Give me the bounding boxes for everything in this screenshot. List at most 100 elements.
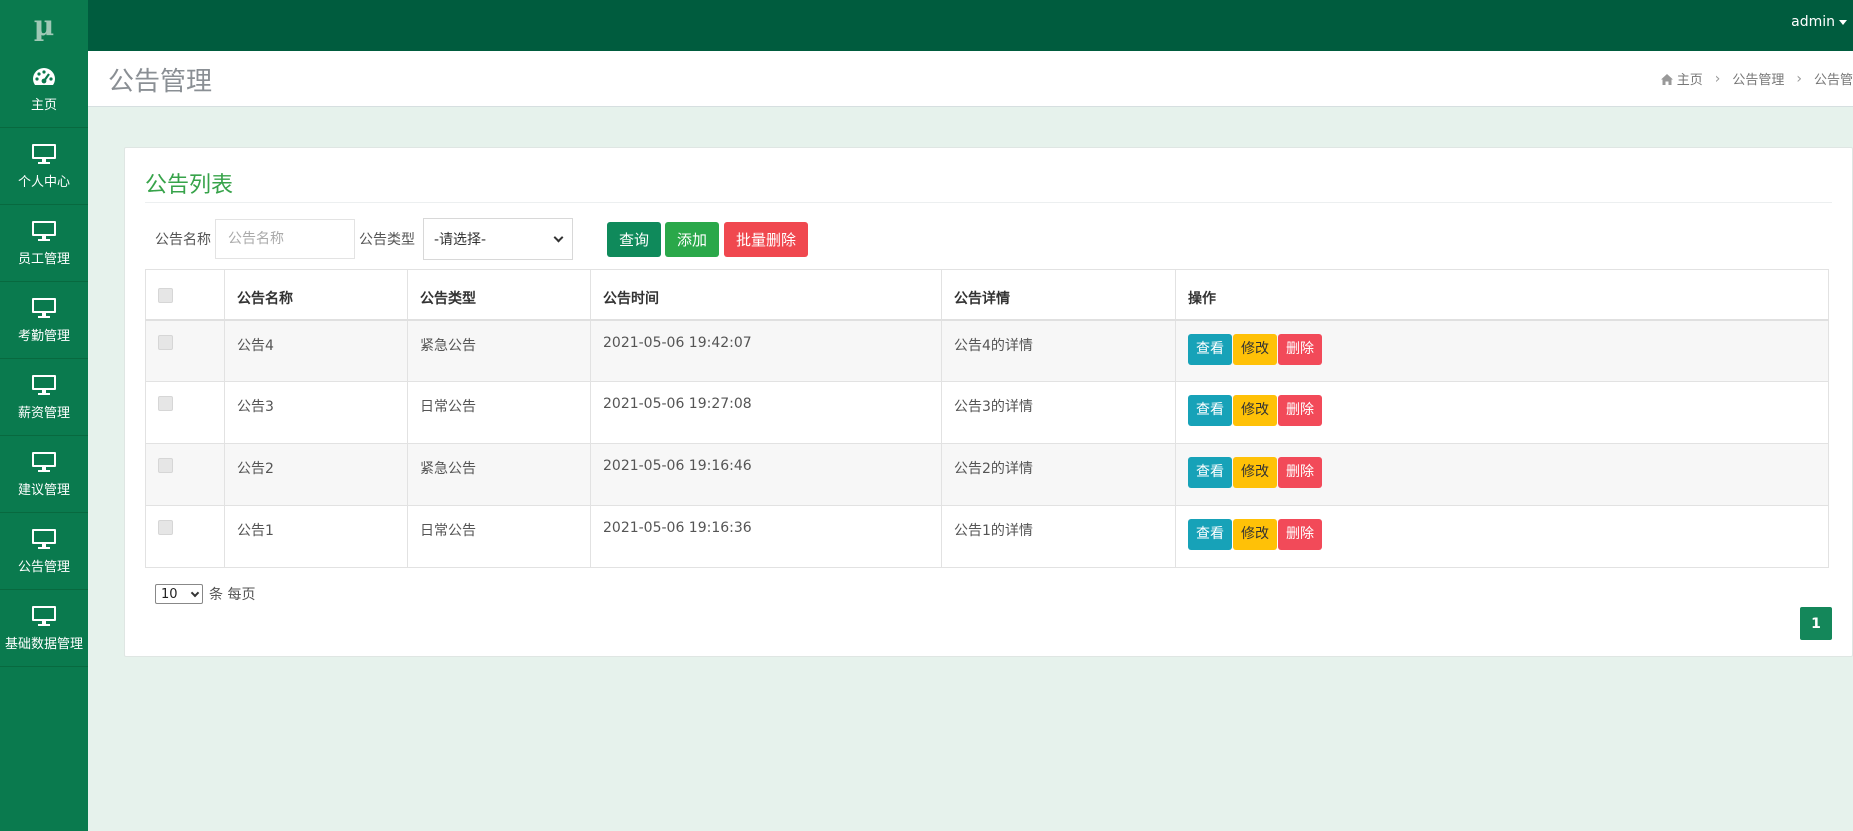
page-size-control: 10 条 每页 (155, 584, 255, 604)
table-header-row: 公告名称 公告类型 公告时间 公告详情 操作 (145, 269, 1829, 321)
select-all-checkbox[interactable] (158, 288, 173, 303)
cell-name: 公告1 (224, 505, 408, 568)
column-header: 公告详情 (941, 269, 1176, 321)
user-name: admin (1791, 14, 1835, 30)
view-button[interactable]: 查看 (1188, 333, 1232, 365)
type-select-value: -请选择- (434, 232, 487, 248)
cell-detail: 公告4的详情 (941, 319, 1176, 382)
cell-actions: 查看 修改 删除 (1175, 381, 1829, 444)
table-row: 公告2 紧急公告 2021-05-06 19:16:46 公告2的详情 查看 修改… (145, 443, 1829, 506)
batch-delete-button[interactable]: 批量删除 (724, 221, 809, 257)
breadcrumb-home[interactable]: 主页 (1660, 69, 1703, 88)
monitor-icon (32, 374, 56, 395)
notice-table: 公告名称 公告类型 公告时间 公告详情 操作 公告4 紧急公告 2021-05-… (145, 269, 1829, 568)
column-header: 公告名称 (224, 269, 408, 321)
panel-title: 公告列表 (145, 173, 234, 198)
dashboard-icon (33, 67, 55, 85)
chevron-right-icon: › (1796, 70, 1802, 87)
cell-time: 2021-05-06 19:16:46 (590, 443, 942, 506)
add-button[interactable]: 添加 (665, 221, 720, 257)
edit-button[interactable]: 修改 (1233, 395, 1277, 426)
sidebar-item-label: 主页 (30, 97, 57, 113)
sidebar-item-label: 公告管理 (17, 559, 70, 575)
column-header: 公告时间 (590, 269, 942, 321)
sidebar: 主页 个人中心 员工管理 考勤管理 薪资管理 建议管理 公告管理 基础数据管理 (0, 51, 88, 831)
monitor-icon (32, 297, 56, 318)
delete-button[interactable]: 删除 (1278, 395, 1322, 426)
edit-button[interactable]: 修改 (1233, 333, 1277, 365)
cell-detail: 公告1的详情 (941, 505, 1176, 568)
row-select-cell (145, 443, 225, 506)
sidebar-item-suggestions[interactable]: 建议管理 (0, 436, 88, 513)
cell-type: 紧急公告 (407, 319, 591, 382)
view-button[interactable]: 查看 (1188, 395, 1232, 426)
notice-list-panel: 公告列表 公告名称 公告类型 -请选择- 查询 添加 批量删除 公告名称 公告类… (124, 147, 1853, 657)
chevron-down-icon (190, 588, 200, 597)
chevron-right-icon: › (1714, 70, 1721, 87)
monitor-icon (32, 220, 56, 241)
delete-button[interactable]: 删除 (1278, 333, 1322, 365)
sidebar-item-staff[interactable]: 员工管理 (0, 205, 88, 282)
type-select[interactable]: -请选择- (423, 218, 573, 260)
page-header: 公告管理 主页 › 公告管理 › 公告管 (88, 51, 1853, 107)
page-size-suffix: 条 每页 (209, 587, 256, 603)
sidebar-item-salary[interactable]: 薪资管理 (0, 359, 88, 436)
sidebar-item-label: 考勤管理 (17, 328, 70, 344)
page-1-button[interactable]: 1 (1800, 607, 1832, 640)
sidebar-item-label: 建议管理 (17, 482, 70, 498)
sidebar-item-label: 基础数据管理 (4, 636, 83, 652)
row-checkbox[interactable] (158, 334, 173, 350)
row-select-cell (145, 319, 225, 382)
sidebar-item-basic-data[interactable]: 基础数据管理 (0, 590, 88, 667)
divider (145, 202, 1832, 203)
sidebar-item-label: 员工管理 (17, 251, 70, 267)
page-size-select[interactable]: 10 (155, 584, 203, 604)
cell-type: 紧急公告 (407, 443, 591, 506)
monitor-icon (32, 528, 56, 549)
sidebar-item-attendance[interactable]: 考勤管理 (0, 282, 88, 359)
logo[interactable]: µ (0, 0, 88, 51)
cell-type: 日常公告 (407, 381, 591, 444)
cell-name: 公告2 (224, 443, 408, 506)
sidebar-item-home[interactable]: 主页 (0, 51, 88, 128)
column-header: 操作 (1175, 269, 1829, 321)
cell-type: 日常公告 (407, 505, 591, 568)
name-label: 公告名称 (155, 232, 211, 248)
cell-detail: 公告3的详情 (941, 381, 1176, 444)
row-checkbox[interactable] (158, 520, 173, 535)
cell-name: 公告4 (224, 319, 408, 382)
name-search-input[interactable] (215, 219, 355, 259)
sidebar-item-notices[interactable]: 公告管理 (0, 513, 88, 590)
monitor-icon (32, 605, 56, 626)
cell-time: 2021-05-06 19:27:08 (590, 381, 942, 444)
row-select-cell (145, 505, 225, 568)
monitor-icon (32, 143, 56, 164)
edit-button[interactable]: 修改 (1233, 457, 1277, 488)
cell-detail: 公告2的详情 (941, 443, 1176, 506)
sidebar-item-profile[interactable]: 个人中心 (0, 128, 88, 205)
cell-name: 公告3 (224, 381, 408, 444)
caret-down-icon (1839, 19, 1847, 25)
breadcrumb: 主页 › 公告管理 › 公告管 (1660, 69, 1853, 88)
breadcrumb-item[interactable]: 公告管理 (1732, 69, 1784, 88)
view-button[interactable]: 查看 (1188, 519, 1232, 550)
table-row: 公告1 日常公告 2021-05-06 19:16:36 公告1的详情 查看 修改… (145, 505, 1829, 568)
row-checkbox[interactable] (158, 458, 173, 473)
view-button[interactable]: 查看 (1188, 457, 1232, 488)
cell-time: 2021-05-06 19:42:07 (590, 319, 942, 382)
sidebar-item-label: 个人中心 (17, 174, 70, 190)
table-row: 公告4 紧急公告 2021-05-06 19:42:07 公告4的详情 查看 修改… (145, 319, 1829, 382)
user-menu[interactable]: admin (1791, 14, 1847, 30)
row-select-cell (145, 381, 225, 444)
page-title: 公告管理 (108, 67, 213, 97)
chevron-down-icon (553, 232, 564, 242)
delete-button[interactable]: 删除 (1278, 519, 1322, 550)
type-label: 公告类型 (359, 232, 415, 248)
home-icon (1660, 74, 1673, 85)
delete-button[interactable]: 删除 (1278, 457, 1322, 488)
edit-button[interactable]: 修改 (1233, 519, 1277, 550)
breadcrumb-current: 公告管 (1813, 73, 1853, 88)
cell-actions: 查看 修改 删除 (1175, 443, 1829, 506)
query-button[interactable]: 查询 (607, 221, 662, 257)
row-checkbox[interactable] (158, 396, 173, 411)
